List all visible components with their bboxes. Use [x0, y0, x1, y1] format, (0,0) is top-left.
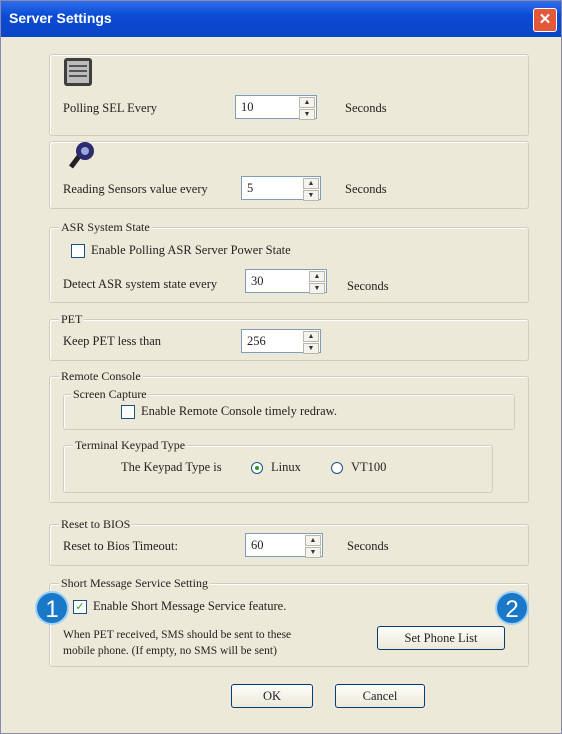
- keypad-type-label: The Keypad Type is: [121, 460, 222, 474]
- sel-polling-label: Polling SEL Every: [63, 101, 157, 115]
- asr-interval-input[interactable]: [246, 270, 316, 292]
- remote-redraw-label: Enable Remote Console timely redraw.: [141, 404, 338, 418]
- spin-down-icon[interactable]: ▼: [303, 343, 319, 354]
- remote-console-title: Remote Console: [59, 369, 143, 384]
- bios-timeout-spinner[interactable]: ▲▼: [245, 533, 323, 558]
- event-log-icon: [63, 57, 93, 87]
- sel-interval-input[interactable]: [236, 96, 306, 118]
- sms-note-line1: When PET received, SMS should be sent to…: [63, 629, 292, 641]
- pet-limit-spinner[interactable]: ▲▼: [241, 329, 321, 354]
- window-title: Server Settings: [9, 10, 112, 26]
- keypad-linux-radio[interactable]: [251, 462, 263, 474]
- spin-down-icon[interactable]: ▼: [303, 190, 319, 201]
- pet-label: Keep PET less than: [63, 334, 162, 348]
- asr-enable-label: Enable Polling ASR Server Power State: [91, 243, 291, 257]
- asr-detect-label: Detect ASR system state every: [63, 277, 218, 291]
- spin-up-icon[interactable]: ▲: [299, 97, 315, 108]
- bios-unit-label: Seconds: [347, 539, 389, 553]
- sel-interval-spinner[interactable]: ▲▼: [235, 95, 317, 120]
- bios-spin-arrows[interactable]: ▲ ▼: [305, 535, 321, 558]
- keypad-vt100-label: VT100: [351, 460, 387, 474]
- sensor-interval-input[interactable]: [242, 177, 310, 199]
- asr-spin-arrows[interactable]: ▲ ▼: [309, 271, 325, 294]
- title-bar[interactable]: Server Settings ✕: [1, 1, 561, 37]
- pet-spin-arrows[interactable]: ▲ ▼: [303, 331, 319, 354]
- spin-down-icon[interactable]: ▼: [309, 283, 325, 294]
- spin-down-icon[interactable]: ▼: [305, 547, 321, 558]
- sel-unit-label: Seconds: [345, 101, 387, 115]
- cancel-button[interactable]: Cancel: [335, 684, 425, 708]
- spin-down-icon[interactable]: ▼: [299, 109, 315, 120]
- spin-up-icon[interactable]: ▲: [303, 331, 319, 342]
- sms-enable-label: Enable Short Message Service feature.: [93, 599, 287, 613]
- asr-group-title: ASR System State: [59, 220, 152, 235]
- set-phone-list-button[interactable]: Set Phone List: [377, 626, 505, 650]
- keypad-type-title: Terminal Keypad Type: [73, 438, 188, 453]
- sensor-polling-label: Reading Sensors value every: [63, 182, 208, 196]
- sensor-icon: [65, 141, 99, 171]
- sensor-interval-spinner[interactable]: ▲▼: [241, 176, 321, 201]
- ok-button[interactable]: OK: [231, 684, 313, 708]
- asr-interval-spinner[interactable]: ▲▼: [245, 269, 327, 294]
- asr-enable-checkbox[interactable]: [71, 244, 85, 258]
- sensor-spin-arrows[interactable]: ▲ ▼: [303, 178, 319, 201]
- remote-redraw-checkbox[interactable]: [121, 405, 135, 419]
- sms-note-line2: mobile phone. (If empty, no SMS will be …: [63, 645, 277, 657]
- spin-up-icon[interactable]: ▲: [309, 271, 325, 282]
- screen-capture-title: Screen Capture: [71, 387, 149, 402]
- pet-group-title: PET: [59, 312, 85, 327]
- callout-badge-1: 1: [35, 591, 69, 625]
- bios-timeout-input[interactable]: [246, 534, 312, 556]
- bios-timeout-label: Reset to Bios Timeout:: [63, 539, 178, 553]
- sel-spin-arrows[interactable]: ▲ ▼: [299, 97, 315, 120]
- keypad-linux-label: Linux: [271, 460, 301, 474]
- sms-enable-checkbox[interactable]: ✓: [73, 600, 87, 614]
- sensor-unit-label: Seconds: [345, 182, 387, 196]
- bios-group-title: Reset to BIOS: [59, 517, 133, 532]
- server-settings-window: Server Settings ✕ Polling SEL Every ▲▼ S…: [0, 0, 562, 734]
- pet-limit-input[interactable]: [242, 330, 310, 352]
- sms-group-title: Short Message Service Setting: [59, 576, 210, 591]
- callout-badge-2: 2: [495, 591, 529, 625]
- spin-up-icon[interactable]: ▲: [303, 178, 319, 189]
- keypad-vt100-radio[interactable]: [331, 462, 343, 474]
- asr-unit-label: Seconds: [347, 279, 389, 293]
- close-icon[interactable]: ✕: [533, 8, 557, 32]
- spin-up-icon[interactable]: ▲: [305, 535, 321, 546]
